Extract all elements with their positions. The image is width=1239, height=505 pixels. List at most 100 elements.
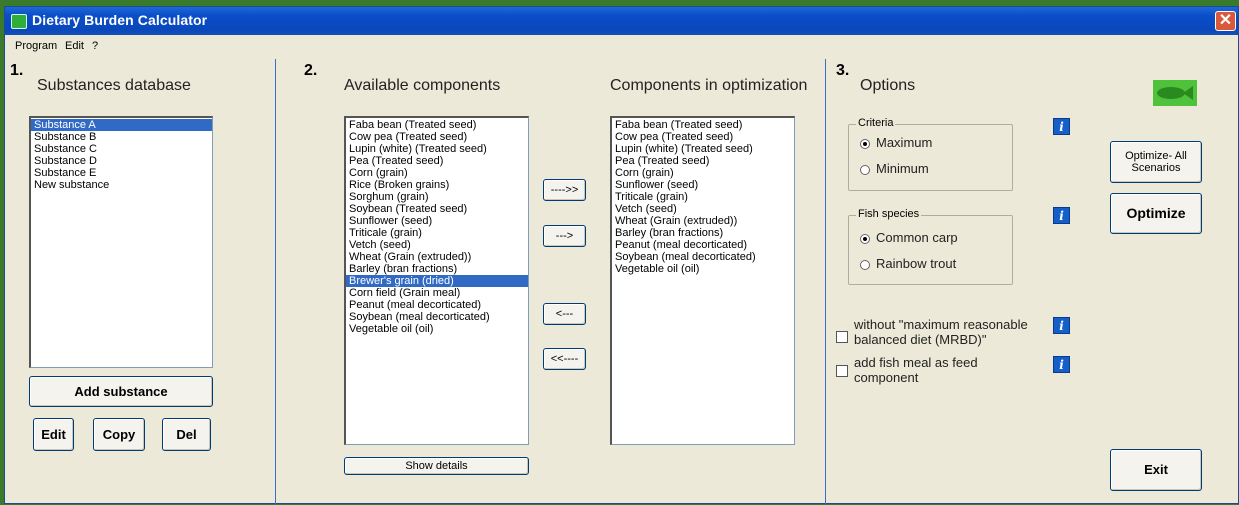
radio-unchecked-icon [860,164,870,175]
fish-meal-checkbox[interactable] [836,365,848,377]
close-button[interactable]: ✕ [1215,11,1236,31]
optimize-all-scenarios-button[interactable]: Optimize- All Scenarios [1110,141,1202,183]
available-component-item[interactable]: Brewer's grain (dried) [346,275,528,287]
available-component-item[interactable]: Soybean (meal decorticated) [346,311,528,323]
section-divider-2 [825,59,826,505]
fish-species-info-icon[interactable]: i [1053,207,1070,224]
fish-meal-info-icon[interactable]: i [1053,356,1070,373]
substance-item[interactable]: Substance B [31,131,212,143]
fish-meal-label-line2: component [854,370,919,385]
available-component-item[interactable]: Peanut (meal decorticated) [346,299,528,311]
optimization-components-list[interactable]: Faba bean (Treated seed) Cow pea (Treated… [610,116,795,445]
fish-rainbow-trout-radio[interactable]: Rainbow trout [860,256,956,271]
optimization-component-item[interactable]: Soybean (meal decorticated) [612,251,794,263]
optimization-component-item[interactable]: Peanut (meal decorticated) [612,239,794,251]
available-component-item[interactable]: Barley (bran fractions) [346,263,528,275]
available-component-item[interactable]: Faba bean (Treated seed) [346,119,528,131]
step-number-3: 3. [836,62,850,79]
optimization-component-item[interactable]: Wheat (Grain (extruded)) [612,215,794,227]
delete-substance-button[interactable]: Del [162,418,211,451]
available-component-item[interactable]: Rice (Broken grains) [346,179,528,191]
options-heading: Options [860,77,916,94]
substances-list[interactable]: Substance A Substance B Substance C Substan… [29,116,213,368]
available-components-list[interactable]: Faba bean (Treated seed) Cow pea (Treated… [344,116,529,445]
optimize-all-line2: Scenarios [1131,162,1181,174]
fish-meal-label-line1: add fish meal as feed [854,355,978,370]
mrbd-info-icon[interactable]: i [1053,317,1070,334]
menu-program[interactable]: Program [15,40,57,52]
substance-item[interactable]: Substance E [31,167,212,179]
optimization-component-item[interactable]: Vetch (seed) [612,203,794,215]
app-window: Dietary Burden Calculator ✕ Program Edit… [4,6,1239,505]
fish-common-carp-radio[interactable]: Common carp [860,230,958,245]
optimization-component-item[interactable]: Triticale (grain) [612,191,794,203]
show-details-button[interactable]: Show details [344,457,529,475]
move-all-left-button[interactable]: <<---- [543,348,586,370]
available-component-item[interactable]: Sorghum (grain) [346,191,528,203]
available-components-heading: Available components [344,77,501,94]
menu-help[interactable]: ? [92,40,98,52]
mrbd-checkbox-label: without "maximum reasonable balanced die… [854,317,1028,347]
edit-substance-button[interactable]: Edit [33,418,74,451]
radio-unchecked-icon [860,259,870,270]
optimization-component-item[interactable]: Pea (Treated seed) [612,155,794,167]
optimize-all-line1: Optimize- All [1125,150,1187,162]
step-number-2: 2. [304,62,318,79]
optimization-component-item[interactable]: Faba bean (Treated seed) [612,119,794,131]
radio-checked-icon [860,138,870,149]
criteria-maximum-label: Maximum [876,135,933,150]
optimization-component-item[interactable]: Corn (grain) [612,167,794,179]
title-bar: Dietary Burden Calculator ✕ [5,7,1238,35]
window-title: Dietary Burden Calculator [32,12,208,28]
fish-rainbow-trout-label: Rainbow trout [876,256,957,271]
optimization-component-item[interactable]: Vegetable oil (oil) [612,263,794,275]
available-component-item[interactable]: Lupin (white) (Treated seed) [346,143,528,155]
available-component-item[interactable]: Sunflower (seed) [346,215,528,227]
substances-heading: Substances database [37,77,191,94]
optimize-button[interactable]: Optimize [1110,193,1202,234]
available-component-item[interactable]: Soybean (Treated seed) [346,203,528,215]
mrbd-checkbox[interactable] [836,331,848,343]
add-substance-button[interactable]: Add substance [29,376,213,407]
criteria-minimum-label: Minimum [876,161,929,176]
fish-app-icon [11,14,27,29]
available-component-item[interactable]: Vegetable oil (oil) [346,323,528,335]
move-left-button[interactable]: <--- [543,303,586,325]
optimization-component-item[interactable]: Cow pea (Treated seed) [612,131,794,143]
criteria-info-icon[interactable]: i [1053,118,1070,135]
available-component-item[interactable]: Corn (grain) [346,167,528,179]
substance-item[interactable]: Substance A [31,119,212,131]
exit-button[interactable]: Exit [1110,449,1202,491]
criteria-minimum-radio[interactable]: Minimum [860,161,929,176]
fish-common-carp-label: Common carp [876,230,958,245]
section-divider-1 [275,59,276,505]
criteria-label: Criteria [856,117,896,129]
move-right-button[interactable]: ---> [543,225,586,247]
available-component-item[interactable]: Triticale (grain) [346,227,528,239]
substance-item[interactable]: Substance D [31,155,212,167]
available-component-item[interactable]: Pea (Treated seed) [346,155,528,167]
step-number-1: 1. [10,62,24,79]
fish-species-label: Fish species [856,208,922,220]
radio-checked-icon [860,233,870,244]
optimization-component-item[interactable]: Sunflower (seed) [612,179,794,191]
available-component-item[interactable]: Cow pea (Treated seed) [346,131,528,143]
available-component-item[interactable]: Corn field (Grain meal) [346,287,528,299]
copy-substance-button[interactable]: Copy [93,418,145,451]
available-component-item[interactable]: Wheat (Grain (extruded)) [346,251,528,263]
move-all-right-button[interactable]: ---->> [543,179,586,201]
fish-meal-checkbox-label: add fish meal as feed component [854,355,978,385]
menu-edit[interactable]: Edit [65,40,84,52]
mrbd-label-line2: balanced diet (MRBD)" [854,332,987,347]
fish-logo-icon [1153,80,1197,106]
menu-bar: Program Edit ? [5,35,1238,57]
optimization-component-item[interactable]: Barley (bran fractions) [612,227,794,239]
mrbd-label-line1: without "maximum reasonable [854,317,1028,332]
substance-item[interactable]: Substance C [31,143,212,155]
available-component-item[interactable]: Vetch (seed) [346,239,528,251]
criteria-maximum-radio[interactable]: Maximum [860,135,932,150]
optimization-components-heading: Components in optimization [610,77,808,94]
optimization-component-item[interactable]: Lupin (white) (Treated seed) [612,143,794,155]
fish-species-group [848,215,1013,285]
substance-item[interactable]: New substance [31,179,212,191]
